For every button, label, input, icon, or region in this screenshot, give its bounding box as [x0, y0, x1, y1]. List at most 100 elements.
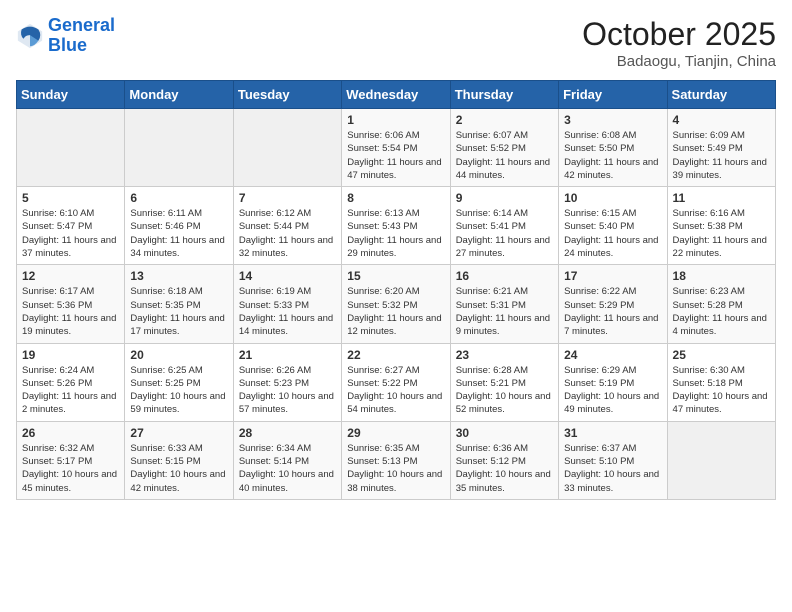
day-number: 6 [130, 191, 227, 205]
day-info: Sunrise: 6:26 AM Sunset: 5:23 PM Dayligh… [239, 364, 336, 417]
day-number: 14 [239, 269, 336, 283]
day-info: Sunrise: 6:30 AM Sunset: 5:18 PM Dayligh… [673, 364, 770, 417]
day-number: 24 [564, 348, 661, 362]
logo: General Blue [16, 16, 115, 56]
day-info: Sunrise: 6:16 AM Sunset: 5:38 PM Dayligh… [673, 207, 770, 260]
day-info: Sunrise: 6:36 AM Sunset: 5:12 PM Dayligh… [456, 442, 553, 495]
location-subtitle: Badaogu, Tianjin, China [582, 53, 776, 70]
calendar-week-row: 1 Sunrise: 6:06 AM Sunset: 5:54 PM Daylig… [17, 109, 776, 187]
calendar-cell: 18 Sunrise: 6:23 AM Sunset: 5:28 PM Dayli… [667, 265, 775, 343]
day-info: Sunrise: 6:06 AM Sunset: 5:54 PM Dayligh… [347, 129, 444, 182]
day-info: Sunrise: 6:07 AM Sunset: 5:52 PM Dayligh… [456, 129, 553, 182]
day-number: 12 [22, 269, 119, 283]
calendar-cell: 16 Sunrise: 6:21 AM Sunset: 5:31 PM Dayli… [450, 265, 558, 343]
day-info: Sunrise: 6:15 AM Sunset: 5:40 PM Dayligh… [564, 207, 661, 260]
logo-icon [16, 22, 44, 50]
calendar-cell: 23 Sunrise: 6:28 AM Sunset: 5:21 PM Dayli… [450, 343, 558, 421]
day-info: Sunrise: 6:20 AM Sunset: 5:32 PM Dayligh… [347, 285, 444, 338]
day-number: 21 [239, 348, 336, 362]
day-info: Sunrise: 6:11 AM Sunset: 5:46 PM Dayligh… [130, 207, 227, 260]
day-number: 29 [347, 426, 444, 440]
day-number: 23 [456, 348, 553, 362]
calendar-cell [17, 109, 125, 187]
day-info: Sunrise: 6:18 AM Sunset: 5:35 PM Dayligh… [130, 285, 227, 338]
day-number: 3 [564, 113, 661, 127]
month-title: October 2025 [582, 16, 776, 53]
calendar-cell: 9Sunrise: 6:14 AM Sunset: 5:41 PM Daylig… [450, 187, 558, 265]
calendar-cell [125, 109, 233, 187]
day-info: Sunrise: 6:34 AM Sunset: 5:14 PM Dayligh… [239, 442, 336, 495]
day-header-saturday: Saturday [667, 81, 775, 109]
title-block: October 2025 Badaogu, Tianjin, China [582, 16, 776, 70]
day-number: 5 [22, 191, 119, 205]
day-number: 1 [347, 113, 444, 127]
calendar-cell: 4 Sunrise: 6:09 AM Sunset: 5:49 PM Daylig… [667, 109, 775, 187]
day-number: 31 [564, 426, 661, 440]
day-number: 28 [239, 426, 336, 440]
day-info: Sunrise: 6:21 AM Sunset: 5:31 PM Dayligh… [456, 285, 553, 338]
day-info: Sunrise: 6:13 AM Sunset: 5:43 PM Dayligh… [347, 207, 444, 260]
day-number: 27 [130, 426, 227, 440]
day-number: 16 [456, 269, 553, 283]
day-number: 11 [673, 191, 770, 205]
day-info: Sunrise: 6:29 AM Sunset: 5:19 PM Dayligh… [564, 364, 661, 417]
calendar-cell: 22Sunrise: 6:27 AM Sunset: 5:22 PM Dayli… [342, 343, 450, 421]
page-header: General Blue October 2025 Badaogu, Tianj… [16, 16, 776, 70]
calendar-cell: 21 Sunrise: 6:26 AM Sunset: 5:23 PM Dayli… [233, 343, 341, 421]
day-header-wednesday: Wednesday [342, 81, 450, 109]
calendar-cell: 15Sunrise: 6:20 AM Sunset: 5:32 PM Dayli… [342, 265, 450, 343]
logo-line1: General [48, 15, 115, 35]
calendar-cell: 17 Sunrise: 6:22 AM Sunset: 5:29 PM Dayli… [559, 265, 667, 343]
day-info: Sunrise: 6:33 AM Sunset: 5:15 PM Dayligh… [130, 442, 227, 495]
calendar-cell [667, 421, 775, 499]
calendar-cell: 19 Sunrise: 6:24 AM Sunset: 5:26 PM Dayli… [17, 343, 125, 421]
day-number: 2 [456, 113, 553, 127]
day-number: 8 [347, 191, 444, 205]
day-header-thursday: Thursday [450, 81, 558, 109]
day-info: Sunrise: 6:24 AM Sunset: 5:26 PM Dayligh… [22, 364, 119, 417]
day-info: Sunrise: 6:25 AM Sunset: 5:25 PM Dayligh… [130, 364, 227, 417]
day-number: 18 [673, 269, 770, 283]
calendar-cell: 13 Sunrise: 6:18 AM Sunset: 5:35 PM Dayli… [125, 265, 233, 343]
day-info: Sunrise: 6:08 AM Sunset: 5:50 PM Dayligh… [564, 129, 661, 182]
calendar-cell: 30Sunrise: 6:36 AM Sunset: 5:12 PM Dayli… [450, 421, 558, 499]
day-number: 13 [130, 269, 227, 283]
calendar-cell: 10 Sunrise: 6:15 AM Sunset: 5:40 PM Dayli… [559, 187, 667, 265]
day-number: 26 [22, 426, 119, 440]
calendar-cell: 24 Sunrise: 6:29 AM Sunset: 5:19 PM Dayli… [559, 343, 667, 421]
calendar-cell: 20Sunrise: 6:25 AM Sunset: 5:25 PM Dayli… [125, 343, 233, 421]
day-number: 10 [564, 191, 661, 205]
day-info: Sunrise: 6:28 AM Sunset: 5:21 PM Dayligh… [456, 364, 553, 417]
calendar-cell: 11 Sunrise: 6:16 AM Sunset: 5:38 PM Dayli… [667, 187, 775, 265]
calendar-week-row: 12 Sunrise: 6:17 AM Sunset: 5:36 PM Dayli… [17, 265, 776, 343]
calendar-week-row: 26Sunrise: 6:32 AM Sunset: 5:17 PM Dayli… [17, 421, 776, 499]
calendar-cell: 2 Sunrise: 6:07 AM Sunset: 5:52 PM Daylig… [450, 109, 558, 187]
day-header-monday: Monday [125, 81, 233, 109]
day-info: Sunrise: 6:09 AM Sunset: 5:49 PM Dayligh… [673, 129, 770, 182]
day-header-friday: Friday [559, 81, 667, 109]
calendar-cell: 31 Sunrise: 6:37 AM Sunset: 5:10 PM Dayli… [559, 421, 667, 499]
day-info: Sunrise: 6:23 AM Sunset: 5:28 PM Dayligh… [673, 285, 770, 338]
day-number: 19 [22, 348, 119, 362]
calendar-cell: 14Sunrise: 6:19 AM Sunset: 5:33 PM Dayli… [233, 265, 341, 343]
calendar-week-row: 5 Sunrise: 6:10 AM Sunset: 5:47 PM Daylig… [17, 187, 776, 265]
day-number: 4 [673, 113, 770, 127]
day-info: Sunrise: 6:37 AM Sunset: 5:10 PM Dayligh… [564, 442, 661, 495]
day-header-sunday: Sunday [17, 81, 125, 109]
calendar-cell: 3 Sunrise: 6:08 AM Sunset: 5:50 PM Daylig… [559, 109, 667, 187]
logo-text: General Blue [48, 16, 115, 56]
day-info: Sunrise: 6:22 AM Sunset: 5:29 PM Dayligh… [564, 285, 661, 338]
day-number: 17 [564, 269, 661, 283]
calendar-cell: 26Sunrise: 6:32 AM Sunset: 5:17 PM Dayli… [17, 421, 125, 499]
calendar-cell [233, 109, 341, 187]
calendar-header-row: SundayMondayTuesdayWednesdayThursdayFrid… [17, 81, 776, 109]
calendar-cell: 28 Sunrise: 6:34 AM Sunset: 5:14 PM Dayli… [233, 421, 341, 499]
calendar-cell: 5 Sunrise: 6:10 AM Sunset: 5:47 PM Daylig… [17, 187, 125, 265]
day-info: Sunrise: 6:10 AM Sunset: 5:47 PM Dayligh… [22, 207, 119, 260]
calendar-cell: 7Sunrise: 6:12 AM Sunset: 5:44 PM Daylig… [233, 187, 341, 265]
day-number: 7 [239, 191, 336, 205]
calendar-cell: 8 Sunrise: 6:13 AM Sunset: 5:43 PM Daylig… [342, 187, 450, 265]
calendar-cell: 25Sunrise: 6:30 AM Sunset: 5:18 PM Dayli… [667, 343, 775, 421]
day-info: Sunrise: 6:14 AM Sunset: 5:41 PM Dayligh… [456, 207, 553, 260]
day-info: Sunrise: 6:17 AM Sunset: 5:36 PM Dayligh… [22, 285, 119, 338]
